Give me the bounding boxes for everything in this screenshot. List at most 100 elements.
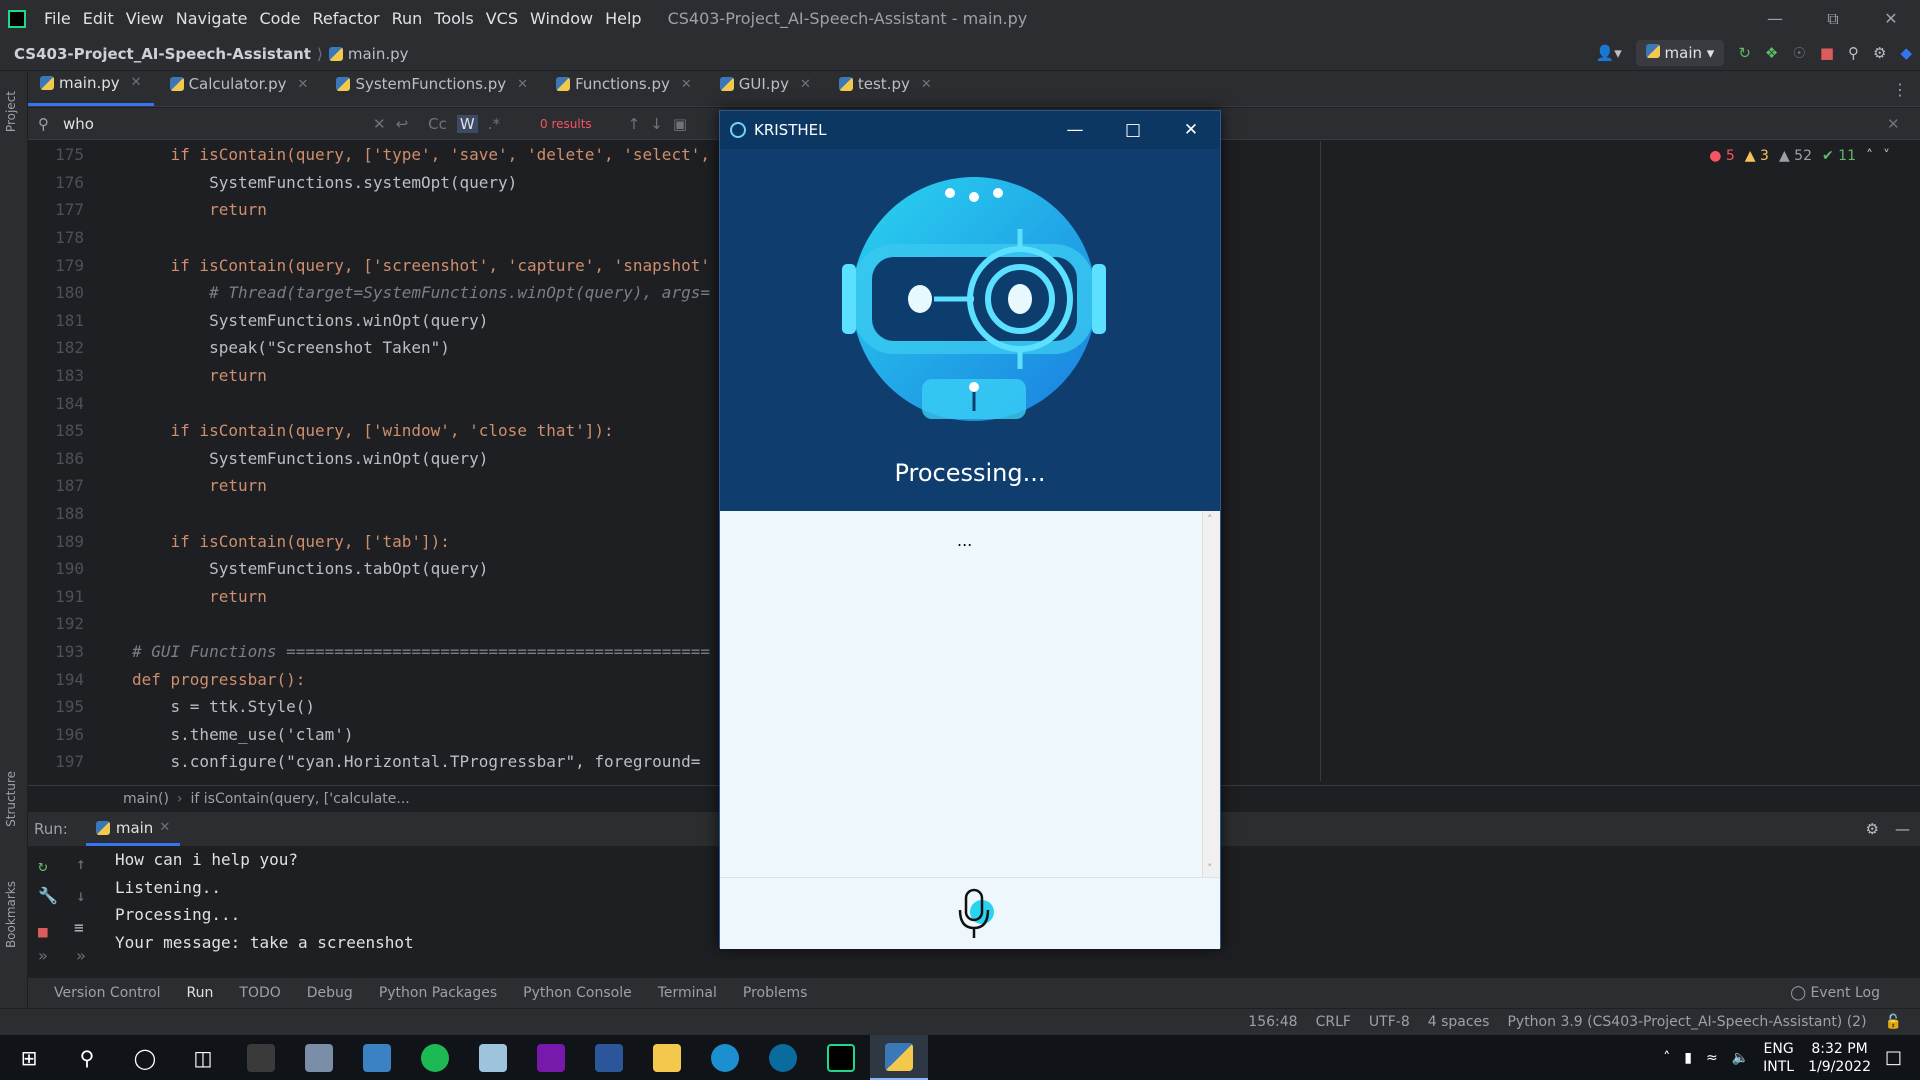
menu-item-file[interactable]: File (44, 9, 71, 28)
edge-icon[interactable] (696, 1035, 754, 1080)
scroll-up-icon[interactable]: ˄ (1207, 513, 1213, 526)
menu-item-help[interactable]: Help (605, 9, 641, 28)
tool-tab-run[interactable]: Run (187, 985, 214, 1001)
search-icon[interactable]: ⚲ (58, 1035, 116, 1080)
menu-item-edit[interactable]: Edit (83, 9, 114, 28)
show-hidden-icons[interactable]: ˄ (1663, 1050, 1670, 1066)
close-icon[interactable]: ✕ (1862, 0, 1920, 37)
terminal-app-icon[interactable] (232, 1035, 290, 1080)
menu-item-code[interactable]: Code (260, 9, 301, 28)
close-icon[interactable]: ✕ (517, 77, 528, 92)
up-arrow-icon[interactable]: ↑ (76, 854, 86, 873)
word-icon[interactable] (580, 1035, 638, 1080)
stop-icon[interactable]: ■ (38, 922, 48, 941)
editor-tab[interactable]: Functions.py ✕ (544, 70, 704, 106)
clock[interactable]: 8:32 PM 1/9/2022 (1808, 1040, 1871, 1076)
editor-tab[interactable]: Calculator.py ✕ (158, 70, 321, 106)
notes-app-icon[interactable] (464, 1035, 522, 1080)
project-breadcrumb[interactable]: CS403-Project_AI-Speech-Assistant (14, 45, 311, 63)
regex-toggle[interactable]: .* (488, 115, 500, 133)
search-icon[interactable]: ⚲ (1848, 44, 1859, 62)
close-find-icon[interactable]: ✕ (1887, 115, 1900, 133)
news-app-icon[interactable] (348, 1035, 406, 1080)
expand-icon[interactable]: » (38, 946, 48, 965)
scroll-down-icon[interactable]: ˅ (1207, 862, 1213, 875)
edge-dev-icon[interactable] (754, 1035, 812, 1080)
menu-item-run[interactable]: Run (392, 9, 423, 28)
lock-icon[interactable]: 🔓 (1885, 1014, 1902, 1030)
line-separator[interactable]: CRLF (1316, 1014, 1351, 1030)
tool-tab-problems[interactable]: Problems (743, 985, 808, 1001)
spotify-icon[interactable] (406, 1035, 464, 1080)
microphone-icon[interactable] (952, 886, 996, 940)
rerun-icon[interactable]: ↻ (38, 856, 48, 875)
gear-icon[interactable]: ⚙ (1866, 820, 1879, 838)
wifi-icon[interactable]: ≈ (1706, 1050, 1718, 1066)
debug-icon[interactable]: ❖ (1765, 44, 1778, 62)
maximize-icon[interactable]: □ (1104, 111, 1162, 149)
language-indicator[interactable]: ENG INTL (1763, 1040, 1794, 1076)
jetbrains-icon[interactable]: ◆ (1900, 44, 1912, 62)
run-config-selector[interactable]: main ▾ (1635, 40, 1725, 66)
stop-icon[interactable]: ■ (1820, 44, 1834, 62)
menu-item-tools[interactable]: Tools (434, 9, 473, 28)
indent-setting[interactable]: 4 spaces (1428, 1014, 1490, 1030)
caret-position[interactable]: 156:48 (1248, 1014, 1297, 1030)
breadcrumb-function[interactable]: main() (123, 791, 169, 807)
chat-scrollbar[interactable]: ˄ ˅ (1202, 511, 1220, 877)
hide-panel-icon[interactable]: — (1895, 820, 1910, 838)
editor-tab[interactable]: SystemFunctions.py ✕ (324, 70, 540, 106)
select-all-icon[interactable]: ▣ (673, 115, 687, 133)
close-icon[interactable]: ✕ (921, 77, 932, 92)
restore-icon[interactable]: ⧉ (1804, 0, 1862, 37)
onenote-icon[interactable] (522, 1035, 580, 1080)
soft-wrap-icon[interactable]: ≡ (74, 918, 84, 937)
close-icon[interactable]: ✕ (131, 75, 142, 90)
tool-tab-python-packages[interactable]: Python Packages (379, 985, 497, 1001)
close-icon[interactable]: ✕ (1162, 111, 1220, 149)
close-icon[interactable]: ✕ (681, 77, 692, 92)
chat-area[interactable]: ... ˄ ˅ (720, 511, 1220, 877)
python-app-icon[interactable] (870, 1035, 928, 1080)
more-icon[interactable]: » (76, 946, 86, 965)
prev-occurrence-icon[interactable]: ↑ (628, 115, 641, 133)
menu-item-navigate[interactable]: Navigate (176, 9, 248, 28)
editor-tab[interactable]: test.py ✕ (827, 70, 944, 106)
next-occurrence-icon[interactable]: ↓ (650, 115, 663, 133)
coverage-icon[interactable]: ☉ (1792, 44, 1805, 62)
tool-tab-debug[interactable]: Debug (307, 985, 353, 1001)
tool-tab-todo[interactable]: TODO (239, 985, 280, 1001)
tool-tab-terminal[interactable]: Terminal (658, 985, 717, 1001)
chevron-down-icon[interactable]: ˅ (1883, 148, 1890, 164)
run-tab-main[interactable]: main ✕ (85, 812, 181, 846)
file-encoding[interactable]: UTF-8 (1369, 1014, 1410, 1030)
menu-item-vcs[interactable]: VCS (486, 9, 518, 28)
clear-icon[interactable]: ✕ (373, 115, 386, 133)
cortana-icon[interactable]: ◯ (116, 1035, 174, 1080)
find-input[interactable]: who (63, 115, 363, 133)
inspection-widget[interactable]: ● 5 ▲ 3 ▲ 52 ✔ 11 ˄ ˅ (1709, 148, 1890, 164)
structure-tool-label[interactable]: Structure (4, 771, 18, 827)
user-icon[interactable]: 👤▾ (1596, 44, 1622, 62)
menu-item-window[interactable]: Window (530, 9, 593, 28)
rerun-icon[interactable]: ↻ (1738, 44, 1751, 62)
notifications-icon[interactable]: □ (1885, 1047, 1902, 1068)
project-tool-label[interactable]: Project (4, 91, 18, 132)
start-button[interactable]: ⊞ (0, 1035, 58, 1080)
pycharm-icon[interactable] (812, 1035, 870, 1080)
interpreter[interactable]: Python 3.9 (CS403-Project_AI-Speech-Assi… (1507, 1014, 1866, 1030)
menu-item-view[interactable]: View (126, 9, 164, 28)
close-icon[interactable]: ✕ (800, 77, 811, 92)
menu-item-refactor[interactable]: Refactor (312, 9, 379, 28)
explorer-app-icon[interactable] (290, 1035, 348, 1080)
volume-icon[interactable]: 🔈 (1732, 1050, 1749, 1066)
editor-tab[interactable]: main.py ✕ (28, 70, 154, 106)
tool-tab-version-control[interactable]: Version Control (54, 985, 161, 1001)
event-log-button[interactable]: ◯ Event Log (1790, 985, 1880, 1001)
down-arrow-icon[interactable]: ↓ (76, 886, 86, 905)
chevron-up-icon[interactable]: ˄ (1866, 148, 1873, 164)
minimize-icon[interactable]: — (1746, 0, 1804, 37)
whole-word-toggle[interactable]: W (456, 114, 478, 133)
breadcrumb-condition[interactable]: if isContain(query, ['calculate... (191, 791, 410, 807)
tool-tab-python-console[interactable]: Python Console (523, 985, 632, 1001)
